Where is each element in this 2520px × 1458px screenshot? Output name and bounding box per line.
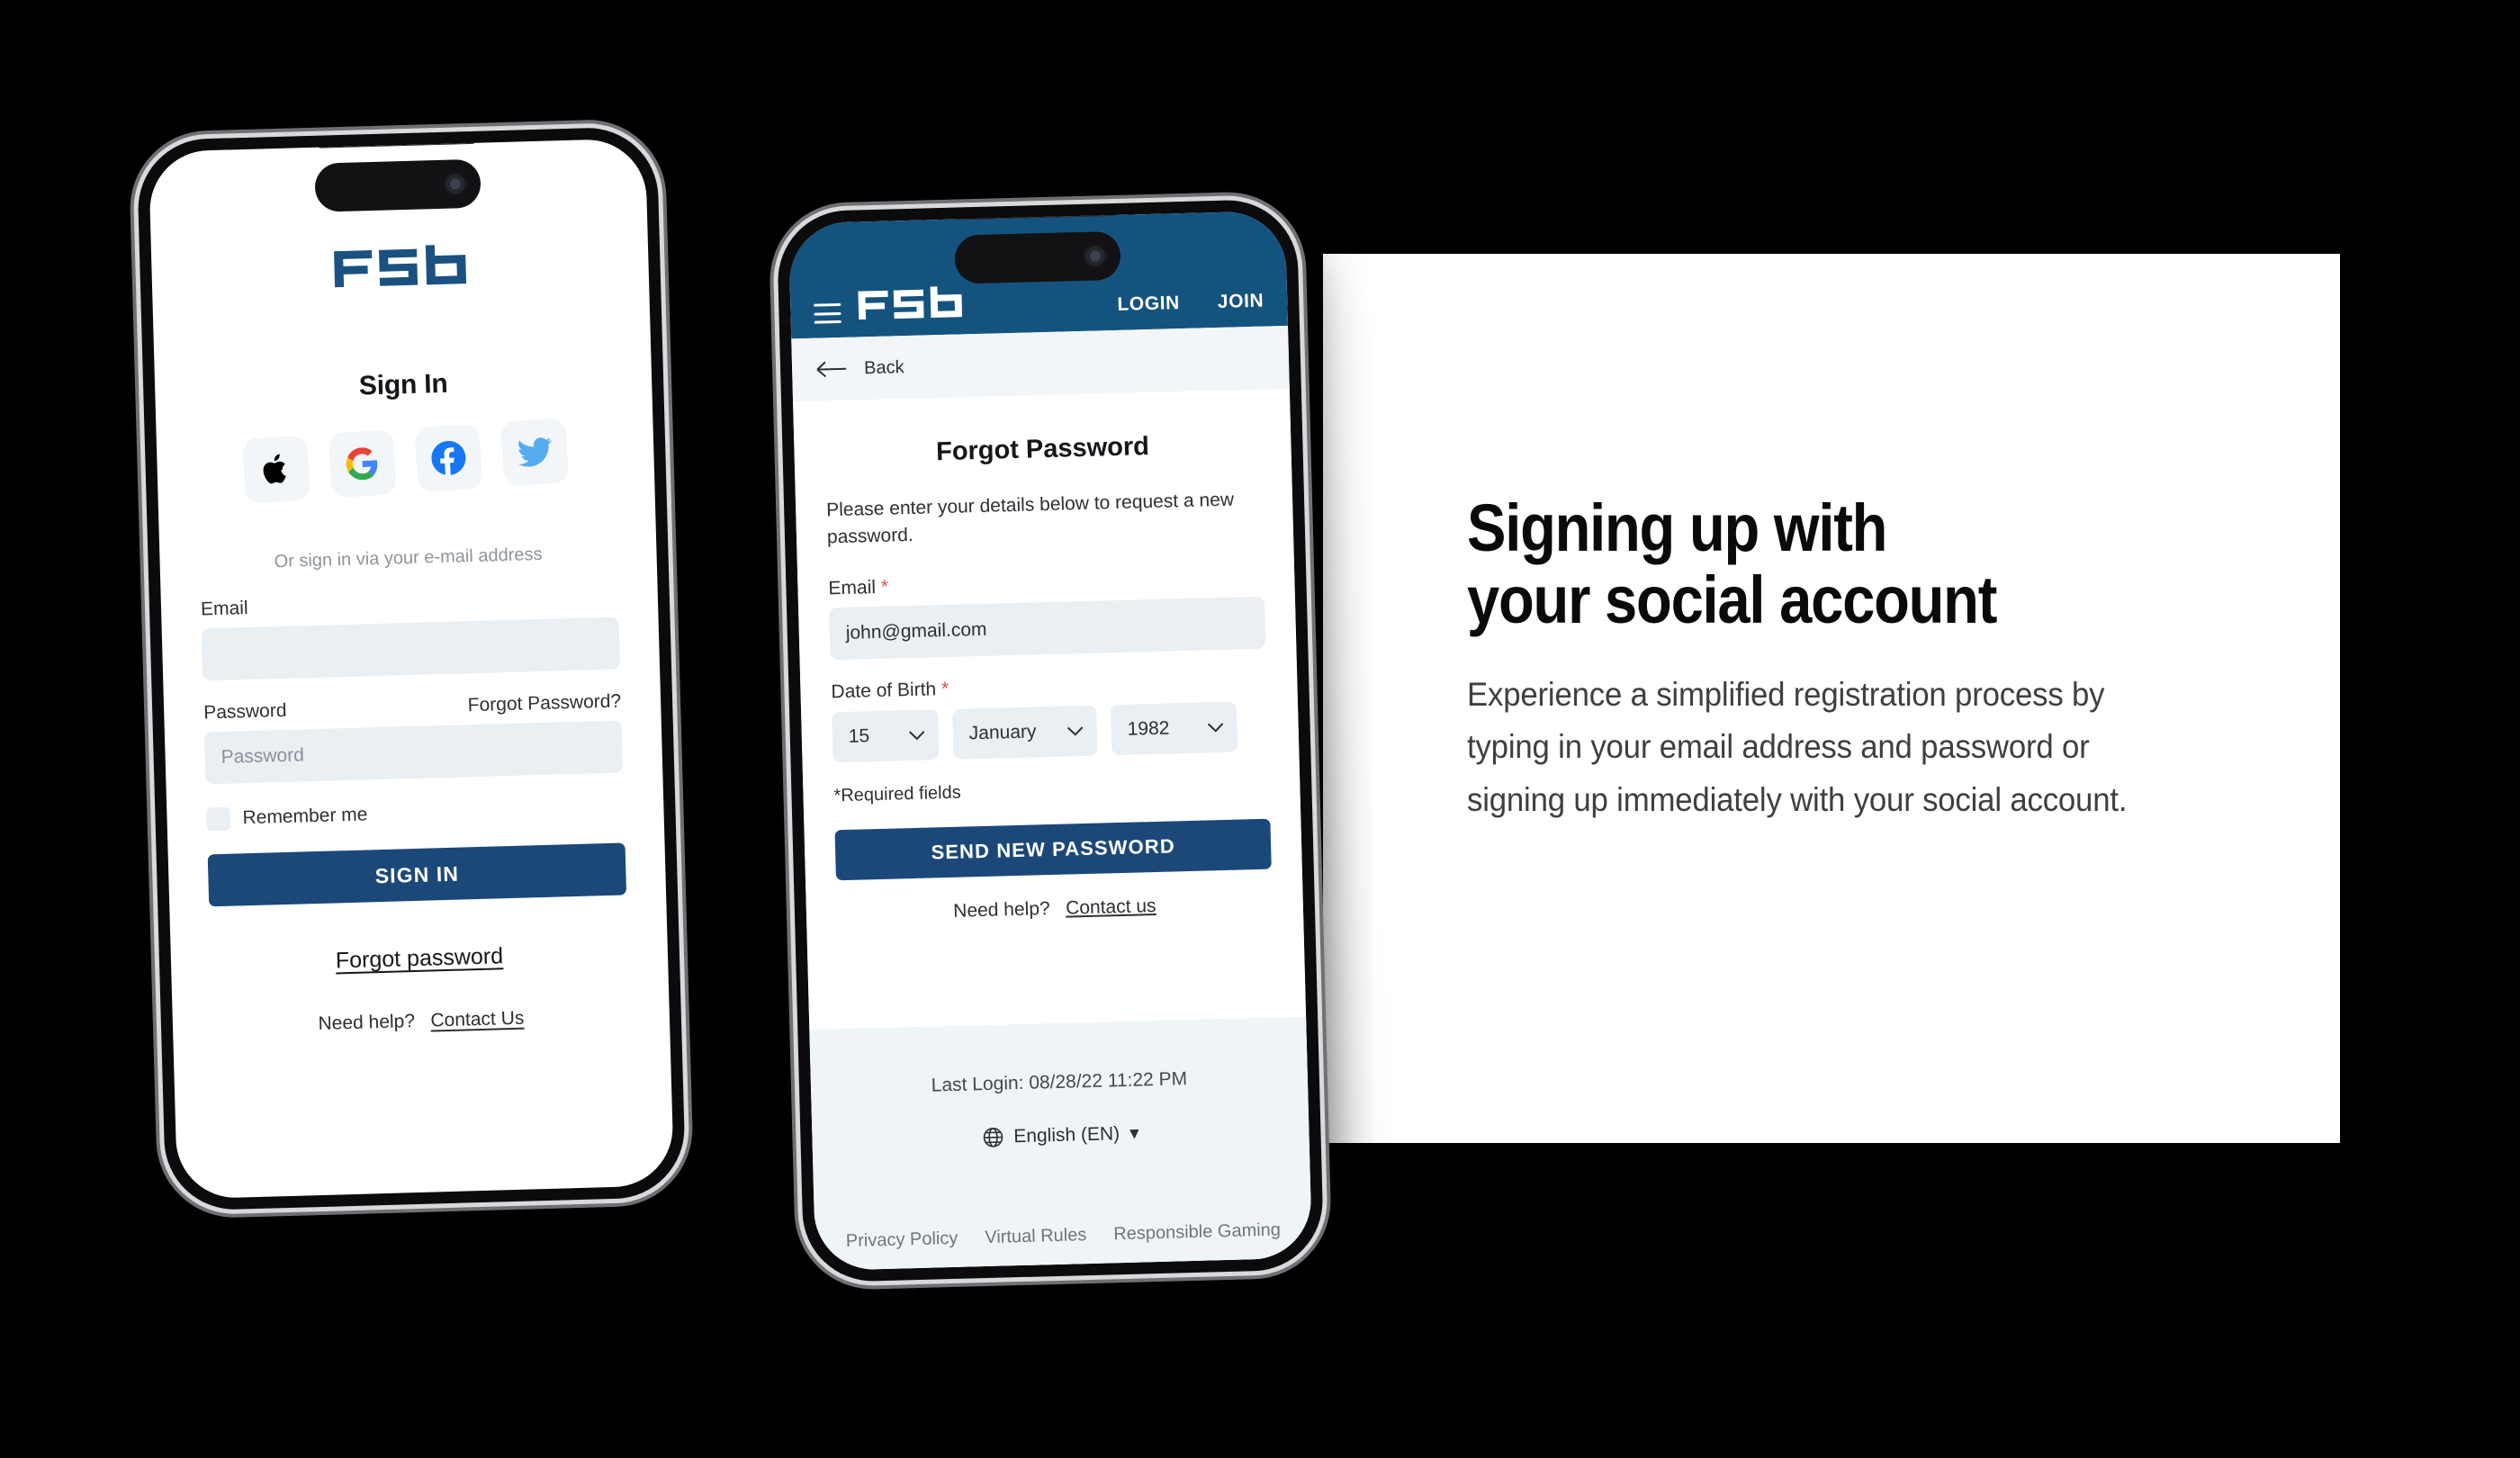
forgot-password-form: Email * john@gmail.com Date of Birth * 1… [828,566,1273,925]
chevron-down-icon [1066,725,1084,737]
required-fields-note: *Required fields [833,782,961,806]
arrow-left-icon[interactable] [815,360,850,379]
phone-mockup-signin: Sign In Or sign in via your e-mail addre… [136,126,687,1211]
language-selector[interactable]: English (EN) ▾ [812,1118,1309,1153]
dob-day-select[interactable]: 15 [832,708,940,762]
back-label: Back [863,356,904,378]
fsb-logo-icon [332,244,468,291]
login-button[interactable]: LOGIN [1117,292,1180,316]
globe-icon [982,1126,1004,1148]
contact-us-link[interactable]: Contact us [1066,896,1156,919]
social-login-row [241,418,570,504]
page-title: Forgot Password [935,432,1150,467]
phone-mockup-forgot-password: LOGIN JOIN Back Forgot Password Please e… [776,198,1325,1283]
footer-link-virtual-rules[interactable]: Virtual Rules [985,1225,1087,1248]
password-input[interactable]: Password [203,720,624,785]
social-login-google[interactable] [328,428,397,499]
dob-day-value: 15 [848,724,870,747]
page-description: Please enter your details below to reque… [825,489,1235,548]
apple-icon [260,452,292,488]
dob-month-value: January [968,721,1037,743]
dob-label: Date of Birth * [831,670,1266,703]
social-login-apple[interactable] [241,435,311,504]
remember-me-label: Remember me [242,804,368,829]
caret-down-icon: ▾ [1129,1122,1139,1144]
last-login-text: Last Login: 08/28/22 11:22 PM [931,1068,1188,1096]
dynamic-island [314,158,482,212]
send-new-password-button[interactable]: SEND NEW PASSWORD [834,818,1272,880]
earpiece-speaker [317,138,476,148]
required-asterisk: * [940,678,950,699]
dob-label-text: Date of Birth [831,678,937,702]
google-icon [346,446,380,481]
help-prefix: Need help? [952,897,1050,922]
chevron-down-icon [908,729,926,741]
chevron-down-icon [1207,722,1225,734]
front-camera-icon [442,171,469,197]
email-input[interactable] [201,616,621,681]
email-signin-divider: Or sign in via your e-mail address [274,544,543,572]
hamburger-icon[interactable] [814,302,842,324]
forgot-password-screen: LOGIN JOIN Back Forgot Password Please e… [788,210,1313,1272]
email-label: Email [200,598,248,620]
page-title: Sign In [358,368,448,401]
dob-month-select[interactable]: January [952,705,1098,760]
fsb-logo-icon[interactable] [857,285,964,322]
dob-year-value: 1982 [1127,717,1170,740]
info-card-content: Signing up with your social account Expe… [1467,492,2241,826]
front-camera-icon [1082,243,1109,269]
contact-us-link[interactable]: Contact Us [430,1008,524,1031]
password-label: Password [202,699,287,724]
sign-in-button[interactable]: SIGN IN [207,842,627,907]
help-row: Need help? Contact us [837,892,1273,925]
email-label-text: Email [828,576,877,599]
dynamic-island [954,230,1121,284]
footer-link-responsible-gaming[interactable]: Responsible Gaming [1113,1220,1281,1245]
help-row: Need help? Contact Us [173,1004,670,1039]
info-card: Signing up with your social account Expe… [1323,254,2340,1143]
app-footer: Last Login: 08/28/22 11:22 PM English (E… [809,1016,1313,1272]
signin-screen: Sign In Or sign in via your e-mail addre… [148,138,675,1200]
forgot-password-link[interactable]: Forgot password [171,939,669,978]
forgot-password-body: Forgot Password Please enter your detail… [793,388,1313,1272]
remember-me-checkbox[interactable] [206,806,230,832]
screenshot-stage: Signing up with your social account Expe… [0,0,2520,1458]
remember-me-row[interactable]: Remember me [206,796,625,832]
facebook-icon [430,440,466,476]
footer-link-privacy-policy[interactable]: Privacy Policy [846,1228,958,1252]
help-prefix: Need help? [318,1011,416,1035]
social-login-twitter[interactable] [500,418,570,487]
email-input[interactable]: john@gmail.com [829,596,1266,660]
info-card-body: Experience a simplified registration pro… [1467,675,2128,818]
social-login-facebook[interactable] [414,423,483,493]
info-card-title: Signing up with your social account [1467,490,1997,637]
header-nav: LOGIN JOIN [1117,291,1264,316]
language-label: English (EN) [1012,1122,1120,1147]
join-button[interactable]: JOIN [1218,291,1264,313]
dob-year-select[interactable]: 1982 [1110,701,1238,755]
signin-logo [151,238,649,300]
forgot-password-link-inline[interactable]: Forgot Password? [467,691,621,717]
footer-links: Privacy Policy Virtual Rules Responsible… [814,1220,1311,1253]
twitter-icon [517,436,553,467]
dob-selects: 15 January 1982 [832,700,1268,762]
email-label: Email * [828,566,1264,599]
required-asterisk: * [880,576,889,598]
signin-form: Email Password Forgot Password? Password… [200,588,627,907]
